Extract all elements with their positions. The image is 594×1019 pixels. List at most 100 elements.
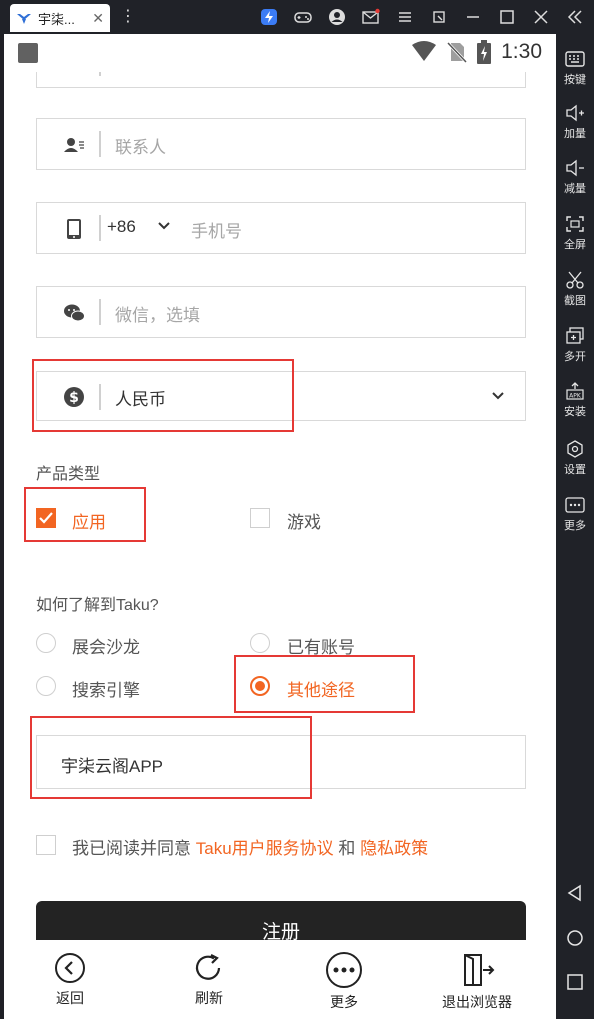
- phone-screen: 1:30 联系人 +86 手机号 微信，选填 $ 人民币 产品类型 应用 游戏 …: [4, 34, 556, 1019]
- agreement-checkbox[interactable]: [36, 835, 56, 855]
- exit-browser-button[interactable]: 退出浏览器: [442, 952, 512, 1012]
- highlight-box-other: [234, 655, 415, 713]
- chevron-down-icon[interactable]: [157, 221, 171, 231]
- volume-down-icon: [566, 159, 584, 177]
- field-separator: [99, 299, 101, 325]
- scissors-icon: [566, 271, 584, 289]
- sidebar-item-label: 截图: [564, 295, 586, 307]
- boost-icon[interactable]: [258, 6, 280, 28]
- agreement-text: 我已阅读并同意 Taku用户服务协议 和 隐私政策: [72, 834, 428, 859]
- sidebar-item-label: 加量: [564, 128, 586, 140]
- source-search-radio[interactable]: [36, 676, 56, 696]
- refresh-button[interactable]: 刷新: [192, 952, 226, 1008]
- emulator-window: 宇柒... ✕ ⋮ 按键 加量 减量 全屏 截图 多开 APK 安装 设置 更多…: [0, 0, 594, 1019]
- privacy-link[interactable]: 隐私政策: [360, 839, 428, 858]
- phone-field[interactable]: +86 手机号: [36, 202, 526, 254]
- hamburger-menu-icon[interactable]: [394, 6, 416, 28]
- recents-square-icon[interactable]: [566, 973, 584, 991]
- country-code[interactable]: +86: [107, 217, 136, 237]
- sidebar-item-label: 更多: [564, 520, 586, 532]
- phone-placeholder: 手机号: [191, 222, 242, 241]
- app-logo-icon: [17, 14, 31, 24]
- sidebar-item-settings[interactable]: 设置: [556, 440, 594, 477]
- fullscreen-icon: [566, 216, 584, 232]
- battery-charging-icon: [477, 40, 492, 64]
- status-clock: 1:30: [501, 40, 542, 63]
- sidebar-item-label: 按键: [564, 74, 586, 86]
- exit-label: 退出浏览器: [442, 994, 512, 1010]
- sidebar-item-label: 设置: [564, 464, 586, 476]
- terms-link[interactable]: Taku用户服务协议: [196, 839, 334, 858]
- user-icon[interactable]: [326, 6, 348, 28]
- source-label: 如何了解到Taku?: [36, 597, 159, 614]
- more-icon: [565, 497, 585, 513]
- refresh-icon: [195, 954, 221, 980]
- title-bar-controls: [258, 0, 586, 34]
- sidebar-item-label: 多开: [564, 351, 586, 363]
- sidebar-item-label: 安装: [564, 406, 586, 418]
- chevron-down-icon[interactable]: [491, 391, 505, 401]
- wechat-field[interactable]: 微信，选填: [36, 286, 526, 338]
- back-button[interactable]: 返回: [54, 952, 86, 1008]
- tab-title: 宇柒...: [38, 11, 75, 27]
- more-label: 更多: [330, 994, 358, 1010]
- contact-field[interactable]: 联系人: [36, 118, 526, 170]
- product-type-game-label[interactable]: 游戏: [287, 508, 321, 533]
- app-tab[interactable]: 宇柒... ✕: [10, 4, 110, 32]
- more-dots-icon: [326, 952, 362, 988]
- minimize-icon[interactable]: [462, 6, 484, 28]
- maximize-icon[interactable]: [496, 6, 518, 28]
- more-button[interactable]: 更多: [324, 952, 364, 1012]
- wechat-placeholder: 微信，选填: [115, 306, 200, 325]
- sidebar-item-label: 减量: [564, 183, 586, 195]
- restore-window-icon[interactable]: [428, 6, 450, 28]
- menu-kebab-icon[interactable]: ⋮: [120, 8, 136, 26]
- highlight-box-app: [24, 487, 146, 542]
- emulator-sidebar: 按键 加量 减量 全屏 截图 多开 APK 安装 设置 更多: [556, 34, 594, 1019]
- source-search-label[interactable]: 搜索引擎: [72, 676, 140, 701]
- sidebar-item-screenshot[interactable]: 截图: [556, 271, 594, 308]
- close-tab-icon[interactable]: ✕: [92, 10, 104, 27]
- no-sim-icon: [447, 41, 468, 63]
- sidebar-item-install[interactable]: APK 安装: [556, 382, 594, 419]
- back-triangle-icon[interactable]: [566, 884, 584, 902]
- agreement-prefix: 我已阅读并同意: [72, 839, 196, 858]
- sidebar-item-fullscreen[interactable]: 全屏: [556, 215, 594, 252]
- apk-install-icon: APK: [566, 382, 584, 400]
- sidebar-item-multi[interactable]: 多开: [556, 327, 594, 364]
- highlight-box-other-input: [30, 716, 312, 799]
- svg-text:APK: APK: [569, 393, 582, 400]
- back-label: 返回: [56, 990, 84, 1006]
- product-type-label: 产品类型: [36, 466, 101, 483]
- sidebar-item-volume-up[interactable]: 加量: [556, 104, 594, 141]
- field-separator: [99, 215, 101, 241]
- field-separator: [99, 131, 101, 157]
- mail-icon[interactable]: [360, 6, 382, 28]
- product-type-game-checkbox[interactable]: [250, 508, 270, 528]
- settings-icon: [567, 440, 583, 458]
- source-expo-radio[interactable]: [36, 633, 56, 653]
- mobile-phone-icon: [67, 219, 81, 239]
- wifi-icon: [412, 41, 437, 61]
- collapse-sidebar-icon[interactable]: [564, 6, 586, 28]
- close-window-icon[interactable]: [530, 6, 552, 28]
- source-expo-label[interactable]: 展会沙龙: [72, 633, 140, 658]
- home-circle-icon[interactable]: [566, 929, 584, 947]
- agreement-and: 和: [333, 839, 361, 858]
- contact-placeholder: 联系人: [115, 138, 166, 157]
- multi-open-icon: [566, 327, 584, 344]
- gamepad-icon[interactable]: [292, 6, 314, 28]
- highlight-box-currency: [32, 359, 294, 432]
- browser-bottom-bar: 返回 刷新 更多 退出浏览器: [4, 940, 556, 1019]
- back-arrow-icon: [55, 953, 85, 983]
- sidebar-item-more[interactable]: 更多: [556, 496, 594, 533]
- emulator-title-bar: 宇柒... ✕ ⋮: [0, 0, 594, 34]
- notification-square-icon: [18, 43, 38, 63]
- source-existing-account-radio[interactable]: [250, 633, 270, 653]
- sidebar-item-label: 全屏: [564, 239, 586, 251]
- status-icons: 1:30: [411, 40, 542, 64]
- sidebar-item-volume-down[interactable]: 减量: [556, 159, 594, 196]
- sidebar-item-keys[interactable]: 按键: [556, 50, 594, 87]
- contact-card-icon: [64, 138, 84, 152]
- wechat-icon: [64, 304, 85, 322]
